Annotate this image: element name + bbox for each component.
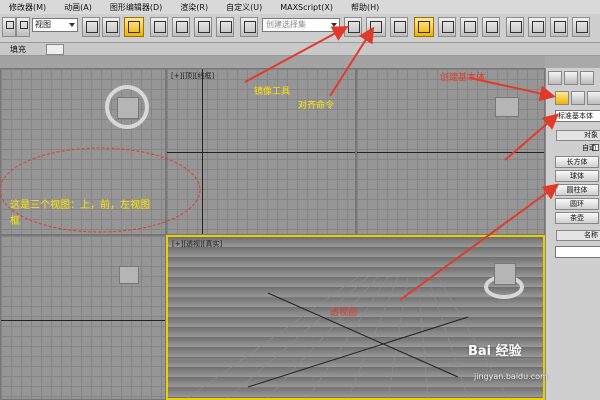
menu-maxscript[interactable]: MAXScript(X)	[271, 3, 342, 12]
menu-customize[interactable]: 自定义(U)	[217, 2, 271, 13]
annotation-panel: 创建基本体	[440, 73, 486, 83]
viewport-left[interactable]	[356, 68, 545, 235]
reference-coordinate-value: 视图	[35, 20, 51, 29]
ribbon-toggle-button[interactable]	[46, 44, 64, 55]
pivot-icon[interactable]	[82, 17, 100, 37]
menu-help[interactable]: 帮助(H)	[342, 2, 388, 13]
menu-animation[interactable]: 动画(A)	[55, 2, 101, 13]
annotation-perspective: 透视图	[330, 308, 358, 318]
unlink-icon[interactable]	[16, 17, 30, 37]
chevron-down-icon	[331, 23, 337, 27]
teapot-button[interactable]: 茶壶	[555, 212, 599, 224]
viewport-gap	[0, 56, 545, 68]
shapes-icon[interactable]	[571, 91, 585, 105]
grid-axis-line	[1, 320, 165, 321]
rendered-frame-window-icon[interactable]	[528, 17, 546, 37]
object-name-field[interactable]	[555, 246, 600, 258]
torus-button[interactable]: 圆环	[555, 198, 599, 210]
snap-toggle-icon[interactable]	[150, 17, 168, 37]
grid-axis-line	[202, 69, 203, 234]
schematic-view-icon[interactable]	[460, 17, 478, 37]
viewcube-icon[interactable]	[117, 97, 139, 119]
viewcube-icon[interactable]	[495, 97, 519, 117]
named-selection-set-placeholder: 创建选择集	[266, 20, 306, 29]
sphere-button[interactable]: 球体	[555, 170, 599, 182]
percent-snap-icon[interactable]	[194, 17, 212, 37]
select-manipulate-icon[interactable]	[102, 17, 120, 37]
viewport-bottom-left[interactable]	[0, 235, 166, 400]
geometry-icon[interactable]	[555, 91, 569, 105]
render-setup-icon[interactable]	[506, 17, 524, 37]
align-icon[interactable]	[366, 17, 386, 37]
reference-coordinate-select[interactable]: 视图	[32, 18, 78, 32]
object-type-rollout-header[interactable]: 对象	[556, 130, 600, 141]
ribbon-tab-populate[interactable]: 填充	[10, 44, 26, 55]
cylinder-button[interactable]: 圆柱体	[555, 184, 599, 196]
menu-modifiers[interactable]: 修改器(M)	[0, 2, 55, 13]
viewcube-icon[interactable]	[494, 263, 516, 285]
lights-icon[interactable]	[587, 91, 600, 105]
annotation-align: 对齐命令	[298, 101, 335, 111]
graphite-modeling-tools-icon[interactable]	[414, 17, 434, 37]
grid-axis-line	[167, 152, 355, 153]
mirror-icon[interactable]	[344, 17, 362, 37]
main-toolbar: 视图 创建选择集	[0, 14, 600, 43]
box-button[interactable]: 长方体	[555, 156, 599, 168]
annotation-views: 这是三个视图：上，前，左视图	[10, 200, 150, 211]
layer-manager-icon[interactable]	[390, 17, 408, 37]
modify-tab-icon[interactable]	[564, 71, 578, 85]
viewcube-icon[interactable]	[119, 266, 139, 284]
link-icon[interactable]	[2, 17, 16, 37]
chevron-down-icon	[69, 23, 75, 27]
named-selection-set-field[interactable]: 创建选择集	[262, 18, 340, 32]
baidu-watermark-url: jingyan.baidu.com	[474, 372, 548, 381]
annotation-views-2: 框	[10, 216, 20, 227]
keyboard-shortcut-override-icon[interactable]	[124, 17, 144, 37]
object-type-header-label: 对象	[584, 131, 598, 139]
autogrid-label: 自动	[582, 144, 596, 152]
angle-snap-icon[interactable]	[172, 17, 190, 37]
command-panel: 标准基本体 对象 自动 长方体 球体 圆柱体 圆环 茶壶 名称	[545, 68, 600, 400]
edit-named-selection-icon[interactable]	[240, 17, 258, 37]
name-color-rollout-header[interactable]: 名称	[556, 230, 600, 241]
render-iterative-icon[interactable]	[572, 17, 590, 37]
grid-axis-line	[357, 152, 544, 153]
render-production-icon[interactable]	[550, 17, 568, 37]
hierarchy-tab-icon[interactable]	[580, 71, 594, 85]
create-tab-icon[interactable]	[548, 71, 562, 85]
curve-editor-icon[interactable]	[438, 17, 456, 37]
name-color-header-label: 名称	[584, 231, 598, 239]
menu-graph-editors[interactable]: 图形编辑器(D)	[101, 2, 171, 13]
annotation-mirror: 镜像工具	[254, 87, 291, 97]
primitive-category-value: 标准基本体	[558, 112, 593, 120]
baidu-watermark: Bai 经验	[468, 344, 522, 359]
primitive-category-select[interactable]: 标准基本体	[555, 110, 600, 122]
ribbon-bar: 填充	[0, 43, 600, 56]
spinner-snap-icon[interactable]	[216, 17, 234, 37]
menu-bar: 修改器(M) 动画(A) 图形编辑器(D) 渲染(R) 自定义(U) MAXSc…	[0, 0, 600, 15]
viewport-label[interactable]: [+][顶][线框]	[171, 71, 214, 81]
material-editor-icon[interactable]	[482, 17, 500, 37]
menu-rendering[interactable]: 渲染(R)	[171, 2, 217, 13]
